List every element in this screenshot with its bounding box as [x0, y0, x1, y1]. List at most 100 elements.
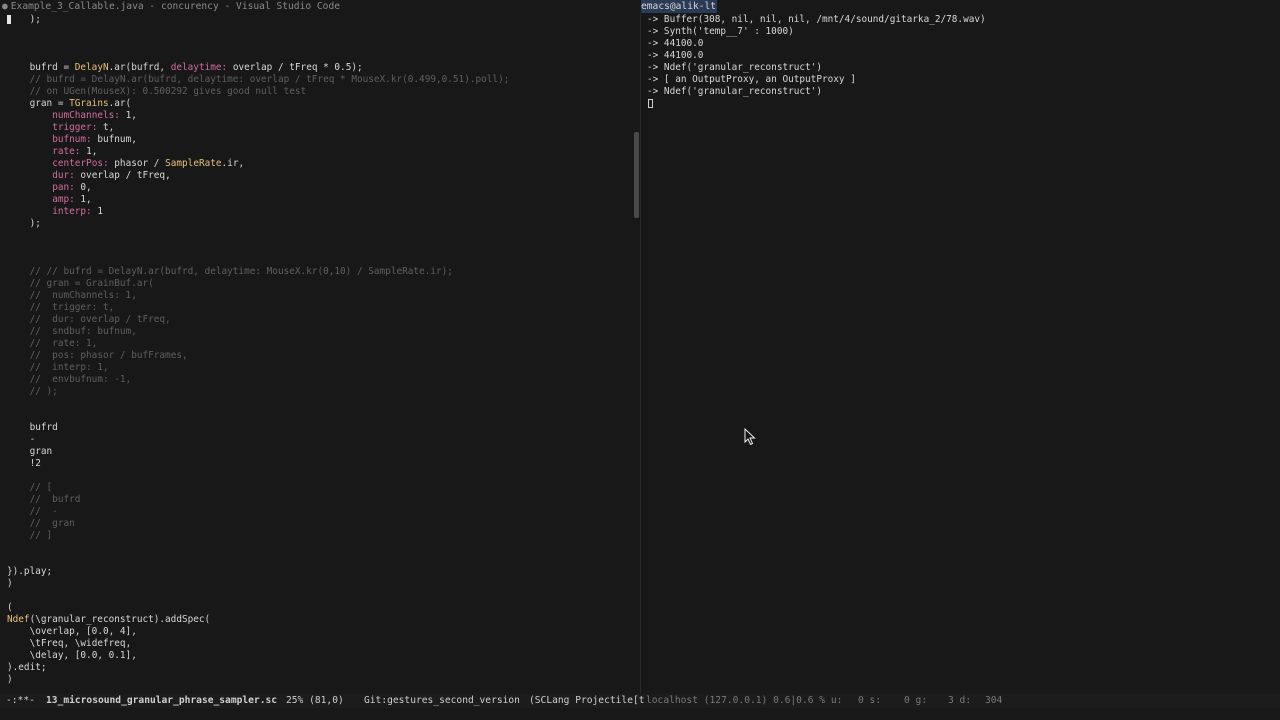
- code-token-default: );: [29, 218, 41, 229]
- code-token-default: );: [29, 14, 41, 25]
- code-token-default: 1,: [74, 194, 92, 205]
- cursor-position: 25% (81,0): [286, 695, 344, 706]
- code-token-default: -: [29, 434, 36, 445]
- buffer-state: -:**-: [6, 695, 35, 706]
- code-token-symbol: \delay: [29, 650, 64, 661]
- major-mode[interactable]: (SCLang Projectile[t: [529, 694, 645, 708]
- emacs-window-title-bar[interactable]: emacs@alik-lt: [641, 0, 1280, 13]
- code-line: }).play;: [7, 566, 52, 578]
- vc-branch[interactable]: Git:gestures_second_version: [364, 694, 520, 708]
- repl-output-line: -> Ndef('granular_reconstruct'): [647, 62, 822, 73]
- repl-output-line: -> Buffer(308, nil, nil, nil, /mnt/4/sou…: [647, 14, 986, 25]
- code-token-default: ).edit;: [7, 662, 47, 673]
- code-line: // bufrd = DelayN.ar(bufrd, delaytime: o…: [30, 74, 510, 86]
- window-dot-icon: ●: [2, 1, 8, 12]
- code-token-comment: // gran: [29, 518, 75, 529]
- code-token-default: (\granular_reconstruct).addSpec(: [29, 614, 211, 625]
- sclang-post-window[interactable]: -> Buffer(308, nil, nil, nil, /mnt/4/sou…: [641, 13, 1280, 694]
- code-line: );: [30, 218, 41, 230]
- code-token-default: .ar(: [108, 98, 132, 109]
- code-line: gran = TGrains.ar(: [30, 98, 132, 110]
- repl-output-line: -> 44100.0: [647, 38, 704, 49]
- code-token-comment: // on UGen(MouseX): 0.500292 gives good …: [29, 86, 307, 97]
- editor-title-text: Example_3_Callable.java - concurency - V…: [10, 1, 341, 12]
- server-status: localhost (127.0.0.1) 0.6|0.6 % u:: [646, 695, 843, 706]
- code-token-comment: // // bufrd = DelayN.ar(bufrd, delaytime…: [29, 266, 453, 277]
- code-token-comment: // dur: overlap / tFreq,: [29, 314, 171, 325]
- code-token-key: bufnum:: [52, 134, 92, 145]
- code-line: );: [30, 14, 41, 26]
- editor-window-title[interactable]: ● Example_3_Callable.java - concurency - …: [0, 0, 640, 13]
- code-line: // envbufnum: -1,: [30, 374, 132, 386]
- code-line: // pos: phasor / bufFrames,: [30, 350, 188, 362]
- emacs-mode-line: -:**- 13_microsound_granular_phrase_samp…: [0, 694, 1280, 708]
- code-line: amp: 1,: [52, 194, 92, 206]
- text-cursor: [7, 15, 11, 24]
- code-token-default: 1,: [119, 110, 137, 121]
- code-token-key: rate:: [52, 146, 81, 157]
- code-line: // ]: [30, 530, 53, 542]
- code-line: dur: overlap / tFreq,: [52, 170, 171, 182]
- code-token-default: 1: [91, 206, 103, 217]
- code-line: !2: [30, 458, 41, 470]
- server-count: 304: [985, 695, 1003, 706]
- code-token-key: pan:: [52, 182, 75, 193]
- code-token-default: gran =: [29, 98, 70, 109]
- desktop-screen: ● Example_3_Callable.java - concurency - …: [0, 0, 1280, 720]
- code-line: // -: [30, 506, 58, 518]
- code-line: // numChannels: 1,: [30, 290, 137, 302]
- emacs-window-tab[interactable]: emacs@alik-lt: [641, 0, 718, 13]
- code-line: // gran = GrainBuf.ar(: [30, 278, 154, 290]
- code-token-comment: // [: [29, 482, 53, 493]
- code-line: // gran: [30, 518, 75, 530]
- editor-scrollbar[interactable]: [634, 132, 639, 218]
- code-token-default: .ir,: [221, 158, 245, 169]
- code-token-key: interp:: [52, 206, 92, 217]
- code-line: // trigger: t,: [30, 302, 115, 314]
- code-token-default: (: [7, 602, 13, 613]
- code-line: ): [7, 578, 13, 590]
- code-line: ).edit;: [7, 662, 47, 674]
- repl-output-line: -> Synth('temp__7' : 1000): [647, 26, 794, 37]
- code-line: // rate: 1,: [30, 338, 98, 350]
- code-token-comment: // rate: 1,: [29, 338, 98, 349]
- code-line: bufrd = DelayN.ar(bufrd, delaytime: over…: [30, 62, 363, 74]
- code-token-comment: // gran = GrainBuf.ar(: [29, 278, 154, 289]
- code-token-key: trigger:: [52, 122, 98, 133]
- code-line: -: [30, 434, 36, 446]
- code-line: // sndbuf: bufnum,: [30, 326, 137, 338]
- code-line: numChannels: 1,: [52, 110, 137, 122]
- buffer-name[interactable]: 13_microsound_granular_phrase_sampler.sc: [46, 694, 277, 708]
- code-token-default: gran: [29, 446, 53, 457]
- code-line: // interp: 1,: [30, 362, 109, 374]
- code-token-default: }).play;: [7, 566, 53, 577]
- code-editor-pane[interactable]: ); bufrd = DelayN.ar(bufrd, delaytime: ov…: [0, 13, 640, 694]
- code-token-comment: // sndbuf: bufnum,: [29, 326, 137, 337]
- code-token-default: phasor /: [108, 158, 166, 169]
- repl-output-line: -> [ an OutputProxy, an OutputProxy ]: [647, 74, 856, 85]
- code-line: Ndef(\granular_reconstruct).addSpec(: [7, 614, 210, 626]
- code-token-symbol: \overlap: [29, 626, 75, 637]
- code-token-comment: // ]: [29, 530, 53, 541]
- code-line: interp: 1: [52, 206, 103, 218]
- code-token-class: Ndef: [7, 614, 30, 625]
- code-line: \delay, [0.0, 0.1],: [30, 650, 137, 662]
- code-token-default: !2: [29, 458, 41, 469]
- code-token-class: SampleRate: [165, 158, 222, 169]
- code-token-comment: // trigger: t,: [29, 302, 115, 313]
- code-token-comment: // numChannels: 1,: [29, 290, 137, 301]
- repl-output-line: -> 44100.0: [647, 50, 704, 61]
- repl-output-line: -> Ndef('granular_reconstruct'): [647, 86, 822, 97]
- code-token-class: DelayN: [74, 62, 109, 73]
- code-line: bufnum: bufnum,: [52, 134, 137, 146]
- code-token-default: overlap / tFreq * 0.5);: [227, 62, 363, 73]
- code-token-comment: // bufrd: [29, 494, 81, 505]
- code-token-symbol: \widefreq: [74, 638, 126, 649]
- code-line: \overlap, [0.0, 4],: [30, 626, 137, 638]
- code-token-default: , [0.0, 0.1],: [63, 650, 137, 661]
- server-groups: 0 g:: [904, 695, 928, 706]
- code-token-default: ,: [63, 638, 75, 649]
- server-synths: 0 s:: [858, 695, 882, 706]
- code-line: trigger: t,: [52, 122, 114, 134]
- code-token-comment: // envbufnum: -1,: [29, 374, 132, 385]
